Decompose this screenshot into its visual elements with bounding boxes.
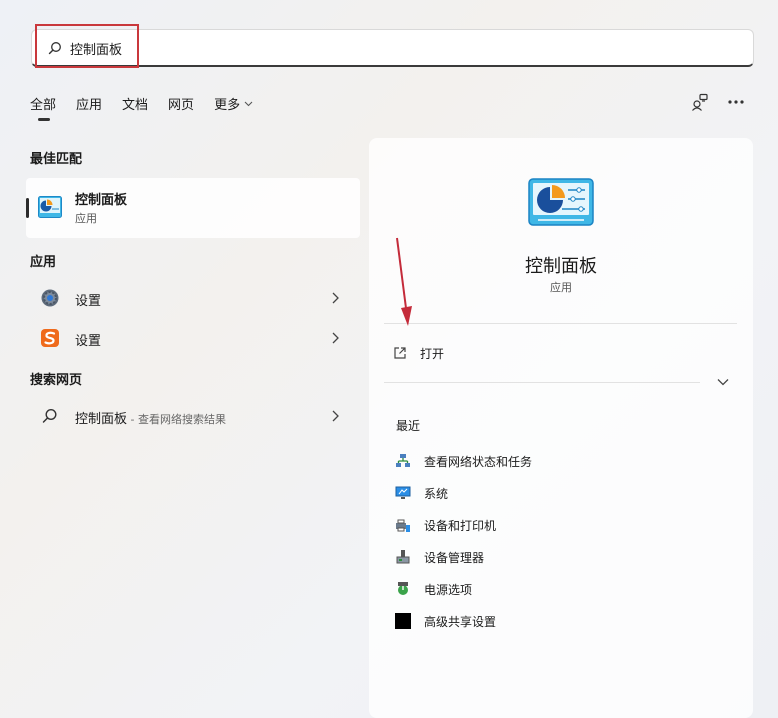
chevron-down-icon (244, 101, 253, 106)
best-match-type: 应用 (75, 212, 97, 225)
open-button[interactable]: 打开 (393, 342, 444, 364)
recent-item-advanced-sharing[interactable]: 高级共享设置 (395, 610, 496, 632)
recent-item-devices-printers[interactable]: 设备和打印机 (395, 514, 496, 536)
web-search-label: 控制面板 - 查看网络搜索结果 (75, 412, 226, 427)
tab-apps[interactable]: 应用 (76, 94, 102, 113)
top-right-actions (690, 92, 762, 112)
search-icon (48, 42, 61, 55)
divider (384, 323, 737, 324)
control-panel-icon (528, 178, 594, 226)
black-square-icon (395, 613, 411, 629)
chevron-right-icon[interactable] (331, 292, 339, 304)
recent-item-network-status[interactable]: 查看网络状态和任务 (395, 450, 532, 472)
filter-tabs: 全部 应用 文档 网页 更多 (30, 94, 273, 121)
tab-more[interactable]: 更多 (214, 94, 253, 113)
detail-type: 应用 (550, 281, 572, 294)
chevron-down-icon[interactable] (717, 378, 729, 386)
web-search-item[interactable]: 控制面板 - 查看网络搜索结果 (26, 398, 360, 434)
network-icon (396, 454, 410, 467)
section-apps: 应用 (30, 255, 57, 270)
gear-icon (41, 289, 59, 307)
recent-title: 最近 (396, 419, 421, 433)
search-input[interactable] (70, 35, 730, 61)
more-options-icon[interactable] (726, 92, 746, 112)
tab-web[interactable]: 网页 (168, 94, 194, 113)
recent-item-device-manager[interactable]: 设备管理器 (395, 546, 484, 568)
app-item-settings-sogou[interactable]: 设置 (26, 320, 360, 356)
app-item-label: 设置 (75, 294, 102, 309)
control-panel-icon (38, 196, 62, 218)
recent-item-system[interactable]: 系统 (395, 482, 448, 504)
selection-indicator (26, 198, 29, 218)
section-best-match: 最佳匹配 (30, 152, 83, 167)
tab-documents[interactable]: 文档 (122, 94, 148, 113)
search-box[interactable] (31, 24, 754, 68)
monitor-icon (395, 486, 411, 499)
device-manager-icon (396, 550, 410, 564)
chevron-right-icon[interactable] (331, 410, 339, 422)
chevron-right-icon[interactable] (331, 332, 339, 344)
best-match-item[interactable]: 控制面板 应用 (26, 178, 360, 238)
divider (384, 382, 700, 383)
open-external-icon (394, 347, 406, 359)
search-icon (42, 408, 57, 423)
sogou-s-icon (41, 329, 59, 347)
tab-all[interactable]: 全部 (30, 94, 56, 121)
app-item-settings[interactable]: 设置 (26, 280, 360, 316)
printer-icon (396, 519, 410, 532)
power-icon (398, 582, 408, 595)
web-search-hint: - 查看网络搜索结果 (127, 413, 226, 426)
section-web-search: 搜索网页 (30, 373, 83, 388)
best-match-name: 控制面板 (75, 193, 128, 208)
account-switch-icon[interactable] (690, 92, 710, 112)
recent-item-power-options[interactable]: 电源选项 (395, 578, 472, 600)
detail-panel: 控制面板 应用 打开 最近 查看网络状态和任务 系统 设备和打印机 设备管理器 … (369, 138, 753, 718)
app-item-label: 设置 (75, 334, 102, 349)
detail-title: 控制面板 (525, 256, 597, 277)
